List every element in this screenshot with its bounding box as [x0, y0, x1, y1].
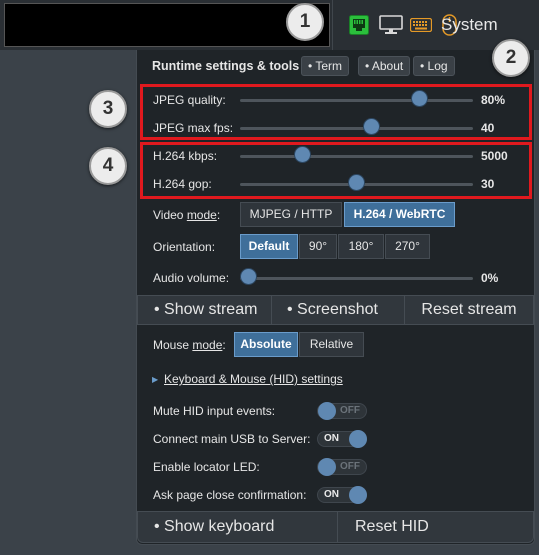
mute-hid-toggle[interactable]: OFF	[317, 402, 367, 420]
marker-3: 3	[89, 90, 127, 128]
audio-volume-value: 0%	[481, 271, 499, 285]
ethernet-icon[interactable]	[349, 15, 369, 35]
about-button[interactable]: • About	[358, 56, 411, 76]
log-button[interactable]: • Log	[413, 56, 455, 76]
screenshot-button[interactable]: • Screenshot	[271, 295, 405, 325]
h264-kbps-handle[interactable]	[294, 146, 311, 163]
mouse-mode-label: Mouse mode:	[153, 338, 226, 352]
video-mode-label: Video mode:	[153, 208, 221, 222]
locator-led-toggle-state: OFF	[340, 461, 360, 472]
jpeg-fps-slider[interactable]	[240, 127, 473, 130]
page-close-label: Ask page close confirmation:	[153, 488, 307, 502]
audio-volume-slider[interactable]	[240, 277, 473, 280]
connect-usb-toggle-state: ON	[324, 433, 339, 444]
stream-title-area	[4, 3, 330, 47]
marker-4: 4	[89, 147, 127, 185]
audio-volume-handle[interactable]	[240, 268, 257, 285]
show-keyboard-button[interactable]: • Show keyboard	[137, 511, 338, 543]
h264-kbps-value: 5000	[481, 149, 508, 163]
orientation-180[interactable]: 180°	[338, 234, 384, 259]
term-button[interactable]: • Term	[301, 56, 349, 76]
mouse-mode-absolute[interactable]: Absolute	[234, 332, 298, 357]
audio-volume-label: Audio volume:	[153, 271, 230, 285]
h264-gop-handle[interactable]	[348, 174, 365, 191]
jpeg-quality-handle[interactable]	[411, 90, 428, 107]
mouse-mode-relative[interactable]: Relative	[299, 332, 364, 357]
locator-led-toggle[interactable]: OFF	[317, 458, 367, 476]
jpeg-quality-slider[interactable]	[240, 99, 473, 102]
expand-triangle-icon[interactable]: ▶	[152, 375, 158, 384]
video-mode-h264[interactable]: H.264 / WebRTC	[344, 202, 455, 227]
jpeg-fps-value: 40	[481, 121, 495, 135]
page-close-toggle[interactable]: ON	[317, 486, 367, 504]
orientation-90[interactable]: 90°	[299, 234, 337, 259]
jpeg-fps-label: JPEG max fps:	[153, 121, 234, 135]
jpeg-fps-handle[interactable]	[363, 118, 380, 135]
reset-stream-button[interactable]: Reset stream	[404, 295, 534, 325]
h264-kbps-slider[interactable]	[240, 155, 473, 158]
orientation-default[interactable]: Default	[240, 234, 298, 259]
mute-hid-label: Mute HID input events:	[153, 404, 276, 418]
h264-kbps-label: H.264 kbps:	[153, 149, 218, 163]
panel-title: Runtime settings & tools	[152, 59, 300, 73]
show-stream-button[interactable]: • Show stream	[137, 295, 272, 325]
system-menu-label[interactable]: System	[441, 15, 498, 35]
jpeg-quality-label: JPEG quality:	[153, 93, 226, 107]
jpeg-quality-value: 80%	[481, 93, 506, 107]
marker-1: 1	[286, 3, 324, 41]
video-mode-mjpeg[interactable]: MJPEG / HTTP	[240, 202, 342, 227]
page-close-toggle-state: ON	[324, 489, 339, 500]
orientation-label: Orientation:	[153, 240, 216, 254]
h264-gop-value: 30	[481, 177, 495, 191]
mute-hid-toggle-state: OFF	[340, 405, 360, 416]
connect-usb-label: Connect main USB to Server:	[153, 432, 311, 446]
monitor-icon[interactable]	[379, 15, 403, 35]
reset-hid-button[interactable]: Reset HID	[337, 511, 534, 543]
hid-settings-link[interactable]: Keyboard & Mouse (HID) settings	[164, 372, 343, 386]
marker-2: 2	[492, 39, 530, 77]
locator-led-label: Enable locator LED:	[153, 460, 260, 474]
connect-usb-toggle[interactable]: ON	[317, 430, 367, 448]
keyboard-icon[interactable]	[409, 17, 433, 33]
orientation-270[interactable]: 270°	[385, 234, 430, 259]
h264-gop-label: H.264 gop:	[153, 177, 212, 191]
